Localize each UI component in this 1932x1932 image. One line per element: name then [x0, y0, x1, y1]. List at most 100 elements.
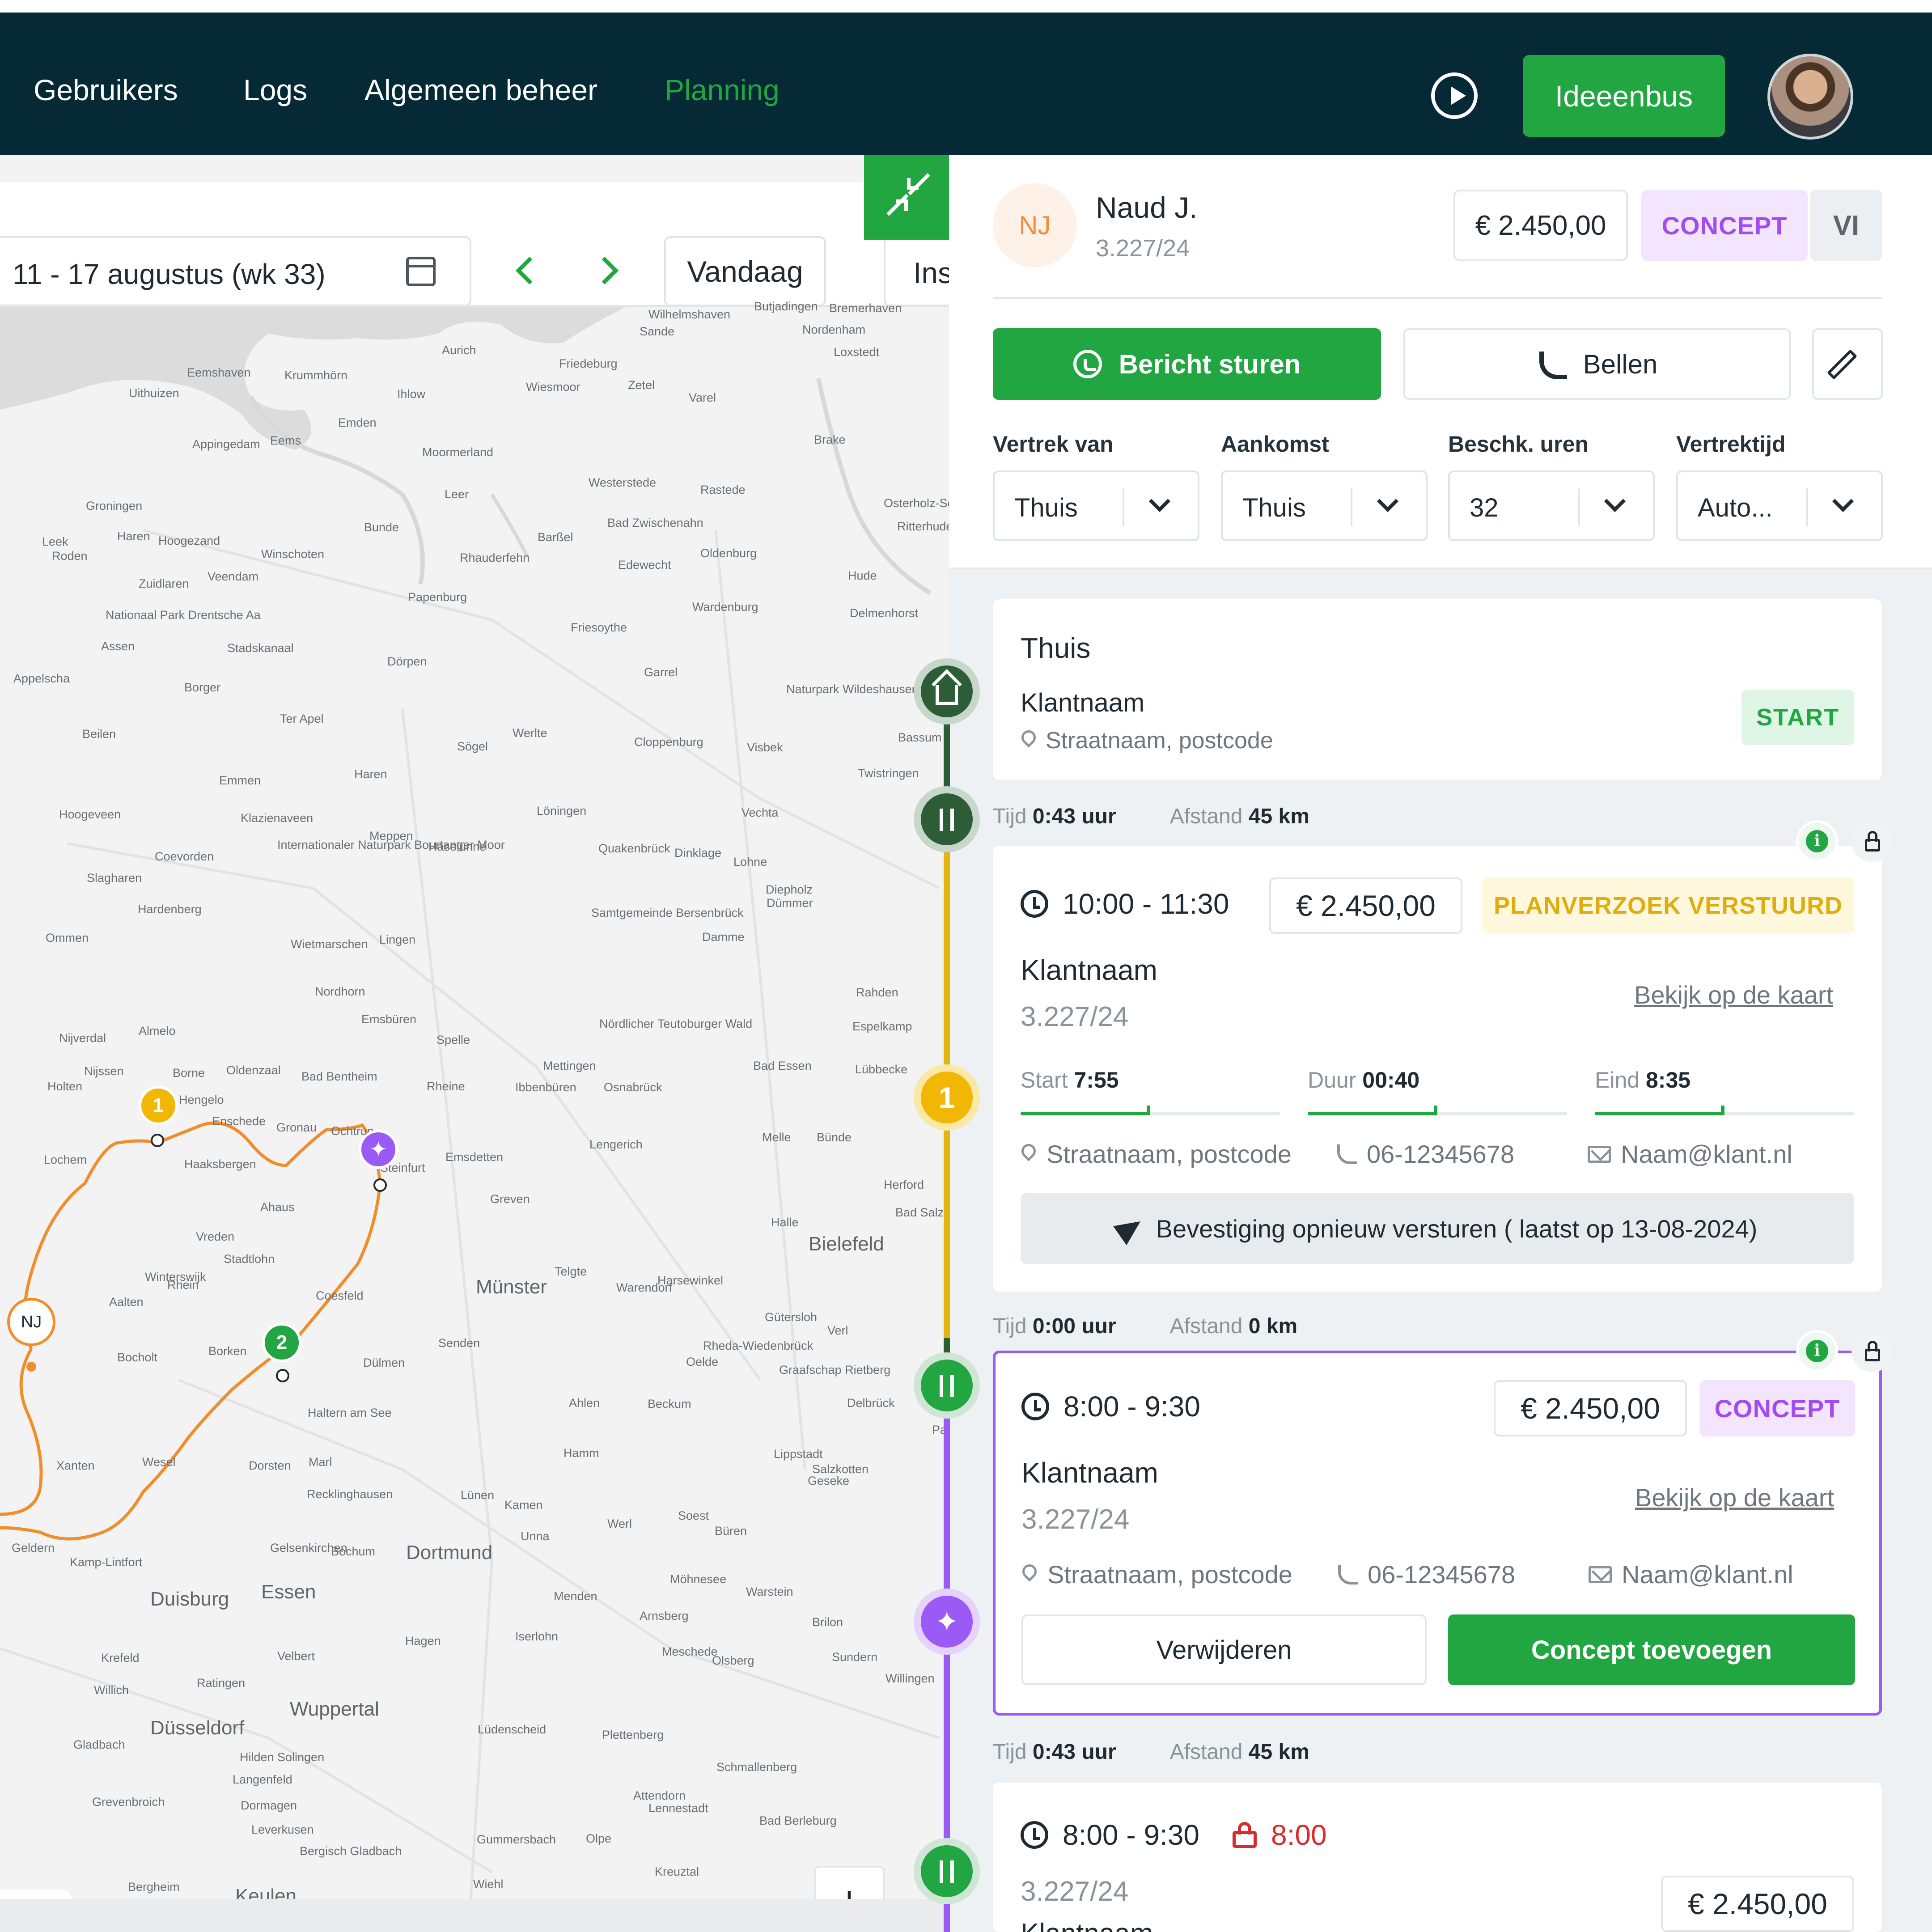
- vertrek-van-label: Vertrek van: [993, 432, 1114, 457]
- next-week-chevron-icon[interactable]: [590, 256, 619, 285]
- map-town-label: Wilhelmshaven: [648, 308, 731, 321]
- map-town-label: Ratingen: [197, 1676, 246, 1690]
- info-icon[interactable]: [1796, 820, 1838, 862]
- travel-info-2: Tijd 0:00 uur Afstand 0 km: [993, 1314, 1298, 1338]
- appointment-client-name: Klantnaam: [1021, 954, 1157, 986]
- appointment-card-1[interactable]: 10:00 - 11:30 € 2.450,00 PLANVERZOEK VER…: [993, 846, 1882, 1292]
- previous-week-chevron-icon[interactable]: [515, 256, 544, 285]
- map-town-label: Dümmer: [767, 896, 813, 910]
- nav-planning[interactable]: Planning: [665, 75, 780, 105]
- map-town-label: Rheda-Wiedenbrück: [703, 1339, 813, 1352]
- vertrektijd-label: Vertrektijd: [1676, 432, 1786, 457]
- appointment-email[interactable]: Naam@klant.nl: [1588, 1140, 1792, 1169]
- map-town-label: Eems: [270, 434, 301, 447]
- appointment-card-3[interactable]: 8:00 - 9:30 8:00 3.227/24 € 2.450,00 Kla…: [993, 1783, 1882, 1932]
- user-avatar[interactable]: [1767, 54, 1853, 140]
- map-town-label: Lippstadt: [774, 1447, 823, 1461]
- play-circle-icon[interactable]: [1431, 72, 1478, 119]
- map-town-label: Oelde: [686, 1355, 719, 1368]
- nav-gebruikers[interactable]: Gebruikers: [34, 75, 178, 105]
- call-button[interactable]: Bellen: [1403, 328, 1791, 400]
- location-pin-icon: [1021, 730, 1037, 751]
- concept-appointment-card[interactable]: 8:00 - 9:30 € 2.450,00 CONCEPT Klantnaam…: [993, 1351, 1882, 1716]
- map-town-label: Leverkusen: [251, 1823, 314, 1836]
- map-town-label: Velbert: [277, 1649, 315, 1663]
- map-town-label: Bad Bentheim: [301, 1070, 377, 1083]
- nav-logs[interactable]: Logs: [243, 75, 307, 105]
- lock-icon[interactable]: [1852, 1330, 1894, 1372]
- map-town-label: Dülmen: [363, 1356, 405, 1369]
- map-canvas[interactable]: Wilhelmshaven Sande Butjadingen Bremerhaven…: [0, 301, 949, 1932]
- send-icon: [1113, 1212, 1147, 1246]
- map-town-label: Krefeld: [101, 1651, 140, 1665]
- map-town-label: Wiehl: [473, 1877, 504, 1891]
- appointment-phone[interactable]: 06-12345678: [1337, 1140, 1514, 1169]
- resend-confirmation-button[interactable]: Bevestiging opnieuw versturen ( laatst o…: [1021, 1193, 1854, 1264]
- week-range-text: 11 - 17 augustus (wk 33): [13, 258, 326, 290]
- locked-time: 8:00: [1271, 1819, 1327, 1851]
- map-marker-1[interactable]: 1: [139, 1086, 178, 1125]
- calendar-icon[interactable]: [406, 257, 436, 286]
- lock-icon[interactable]: [1852, 820, 1894, 862]
- map-town-label: Rhauderfehn: [460, 551, 530, 564]
- map-marker-2[interactable]: 2: [262, 1323, 301, 1362]
- map-town-label: Bunde: [364, 521, 399, 534]
- timeline-travel-node[interactable]: [914, 1838, 980, 1904]
- vertrek-van-select[interactable]: Thuis: [993, 470, 1199, 541]
- map-town-label: Borken: [208, 1344, 247, 1358]
- swap-icon: [934, 807, 959, 832]
- end-stat: Eind 8:35: [1595, 1068, 1691, 1093]
- map-town-label: Rhein: [167, 1278, 199, 1292]
- divider: [993, 297, 1882, 299]
- map-town-label: Eemshaven: [187, 366, 251, 379]
- appointment-time: 8:00 - 9:30: [1021, 1390, 1200, 1423]
- map-town-label: Leek: [42, 535, 68, 548]
- map-town-label: Langenfeld: [233, 1773, 292, 1786]
- select-value: Auto...: [1698, 493, 1773, 522]
- timeline-travel-node[interactable]: [914, 1352, 980, 1419]
- vertrektijd-select[interactable]: Auto...: [1676, 470, 1883, 541]
- map-town-label: Bremerhaven: [829, 301, 902, 315]
- start-location-card[interactable]: Thuis Klantnaam Straatnaam, postcode STA…: [993, 599, 1882, 780]
- select-value: Thuis: [1242, 493, 1306, 522]
- map-town-label: Espelkamp: [852, 1020, 912, 1033]
- map-marker-concept[interactable]: ✦: [359, 1130, 398, 1169]
- map-town-label: Dortmund: [406, 1542, 493, 1563]
- delete-button[interactable]: Verwijderen: [1021, 1614, 1427, 1685]
- map-town-label: Edewecht: [618, 558, 671, 572]
- map-town-label: Ommen: [46, 931, 89, 945]
- map-town-label: Bochum: [331, 1545, 376, 1558]
- map-footer: [0, 1899, 949, 1932]
- appointment-phone[interactable]: 06-12345678: [1338, 1560, 1515, 1589]
- mail-icon: [1588, 1145, 1611, 1163]
- week-picker[interactable]: 11 - 17 augustus (wk 33): [0, 236, 471, 306]
- map-town-label: Varel: [689, 391, 716, 404]
- appointment-email[interactable]: Naam@klant.nl: [1589, 1560, 1793, 1589]
- beschk-uren-select[interactable]: 32: [1448, 470, 1655, 541]
- nav-algemeen-beheer[interactable]: Algemeen beheer: [364, 75, 597, 105]
- info-icon[interactable]: [1796, 1330, 1838, 1372]
- duration-progress-bar: [1308, 1106, 1567, 1115]
- timeline-concept-node[interactable]: ✦: [914, 1589, 980, 1655]
- map-marker-employee[interactable]: NJ: [7, 1298, 55, 1346]
- map-town-label: Büren: [715, 1524, 747, 1538]
- timeline-stop-node[interactable]: 1: [914, 1064, 980, 1131]
- map-town-label: Ibbenbüren: [515, 1080, 576, 1094]
- today-button[interactable]: Vandaag: [664, 236, 826, 306]
- appointment-code: 3.227/24: [1021, 1876, 1129, 1907]
- map-town-label: Gronau: [276, 1121, 317, 1134]
- ins-button[interactable]: Ins: [884, 236, 949, 306]
- timeline-home-node[interactable]: [914, 658, 980, 724]
- location-pin-icon: [1021, 1144, 1037, 1165]
- aankomst-select[interactable]: Thuis: [1221, 470, 1428, 541]
- timeline-travel-node[interactable]: [914, 786, 980, 852]
- view-on-map-link[interactable]: Bekijk op de kaart: [1635, 1483, 1834, 1512]
- edit-button[interactable]: [1812, 328, 1883, 400]
- map-town-label: Bergisch Gladbach: [300, 1844, 402, 1858]
- send-message-button[interactable]: Bericht sturen: [993, 328, 1381, 400]
- ideeenbus-button[interactable]: Ideeenbus: [1523, 55, 1725, 137]
- view-on-map-link[interactable]: Bekijk op de kaart: [1634, 980, 1833, 1009]
- add-concept-button[interactable]: Concept toevoegen: [1448, 1614, 1855, 1685]
- collapse-map-icon[interactable]: [864, 155, 949, 240]
- appointment-code: 3.227/24: [1021, 1504, 1130, 1535]
